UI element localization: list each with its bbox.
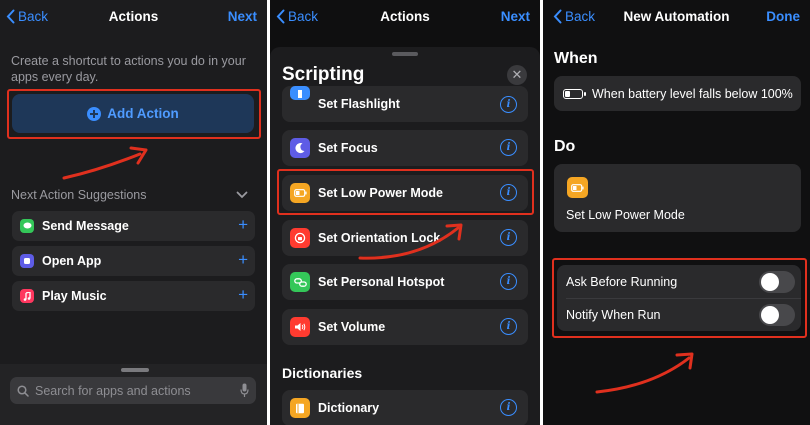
moon-icon: [290, 138, 310, 158]
speaker-icon: [290, 317, 310, 337]
action-label: Set Volume: [318, 320, 386, 334]
sheet-title: Scripting: [282, 64, 365, 85]
orientation-lock-icon: [290, 228, 310, 248]
suggestion-label: Play Music: [42, 289, 107, 303]
nav-bar: Back New Automation Done: [543, 0, 810, 34]
hotspot-icon: [290, 272, 310, 292]
music-icon: [20, 289, 34, 303]
info-icon[interactable]: i: [500, 139, 517, 156]
red-arrow: [595, 352, 694, 394]
action-label: Set Orientation Lock: [318, 231, 441, 245]
action-set-volume[interactable]: Set Volume i: [282, 309, 528, 345]
action-dictionary[interactable]: Dictionary i: [282, 390, 528, 425]
app-icon: [20, 254, 34, 268]
add-icon[interactable]: +: [238, 216, 248, 234]
do-action-label: Set Low Power Mode: [566, 208, 685, 222]
add-icon[interactable]: +: [238, 286, 248, 304]
action-set-orientation-lock[interactable]: Set Orientation Lock i: [282, 220, 528, 256]
page-title: Actions: [380, 9, 430, 24]
next-button[interactable]: Next: [228, 9, 257, 24]
close-button[interactable]: ✕: [507, 65, 527, 85]
section-title-dictionaries: Dictionaries: [282, 365, 363, 381]
battery-icon: [563, 88, 586, 99]
suggestions-title: Next Action Suggestions: [11, 188, 147, 202]
search-input[interactable]: Search for apps and actions: [10, 377, 256, 404]
battery-icon: [567, 177, 588, 198]
suggestion-label: Open App: [42, 254, 102, 268]
action-label: Set Personal Hotspot: [318, 275, 445, 289]
scripting-actions-screen: Back Actions Next Scripting ✕ Set Flashl…: [270, 0, 540, 425]
actions-screen: Back Actions Next Create a shortcut to a…: [0, 0, 267, 425]
flashlight-icon: [290, 86, 310, 100]
do-heading: Do: [554, 138, 576, 155]
red-arrow: [62, 146, 148, 180]
nav-bar: Back Actions Next: [0, 0, 267, 34]
action-set-personal-hotspot[interactable]: Set Personal Hotspot i: [282, 264, 528, 300]
when-heading: When: [554, 50, 598, 67]
chevron-down-icon[interactable]: [236, 190, 248, 200]
dictionary-icon: [290, 398, 310, 418]
nav-bar: Back Actions Next: [270, 0, 540, 34]
do-action-card[interactable]: Set Low Power Mode: [554, 164, 801, 232]
sheet-grabber[interactable]: [392, 52, 418, 56]
action-label: Set Focus: [318, 141, 378, 155]
message-icon: [20, 219, 34, 233]
add-icon[interactable]: +: [238, 251, 248, 269]
suggestion-send-message[interactable]: Send Message +: [12, 211, 255, 241]
info-icon[interactable]: i: [500, 273, 517, 290]
intro-text: Create a shortcut to actions you do in y…: [11, 54, 246, 84]
trigger-text: When battery level falls below 100%: [592, 86, 793, 101]
close-icon: ✕: [511, 67, 523, 82]
done-button[interactable]: Done: [766, 9, 800, 24]
action-label: Set Flashlight: [318, 97, 400, 111]
info-icon[interactable]: i: [500, 399, 517, 416]
search-icon: [17, 384, 29, 397]
info-icon[interactable]: i: [500, 318, 517, 335]
suggestion-label: Send Message: [42, 219, 129, 233]
action-set-focus[interactable]: Set Focus i: [282, 130, 528, 166]
suggestion-open-app[interactable]: Open App +: [12, 246, 255, 276]
highlight-box: [552, 258, 807, 338]
highlight-box: [277, 169, 534, 215]
info-icon[interactable]: i: [500, 229, 517, 246]
action-label: Dictionary: [318, 401, 380, 415]
when-trigger[interactable]: When battery level falls below 100%: [554, 76, 801, 111]
suggestion-play-music[interactable]: Play Music +: [12, 281, 255, 311]
microphone-icon[interactable]: [240, 383, 249, 398]
next-button[interactable]: Next: [501, 9, 530, 24]
highlight-box: [7, 89, 261, 139]
search-placeholder: Search for apps and actions: [35, 383, 191, 398]
new-automation-screen: Back New Automation Done When When batte…: [543, 0, 810, 425]
action-set-flashlight[interactable]: Set Flashlight i: [282, 86, 528, 122]
info-icon[interactable]: i: [500, 96, 517, 113]
sheet-grabber[interactable]: [121, 368, 149, 372]
